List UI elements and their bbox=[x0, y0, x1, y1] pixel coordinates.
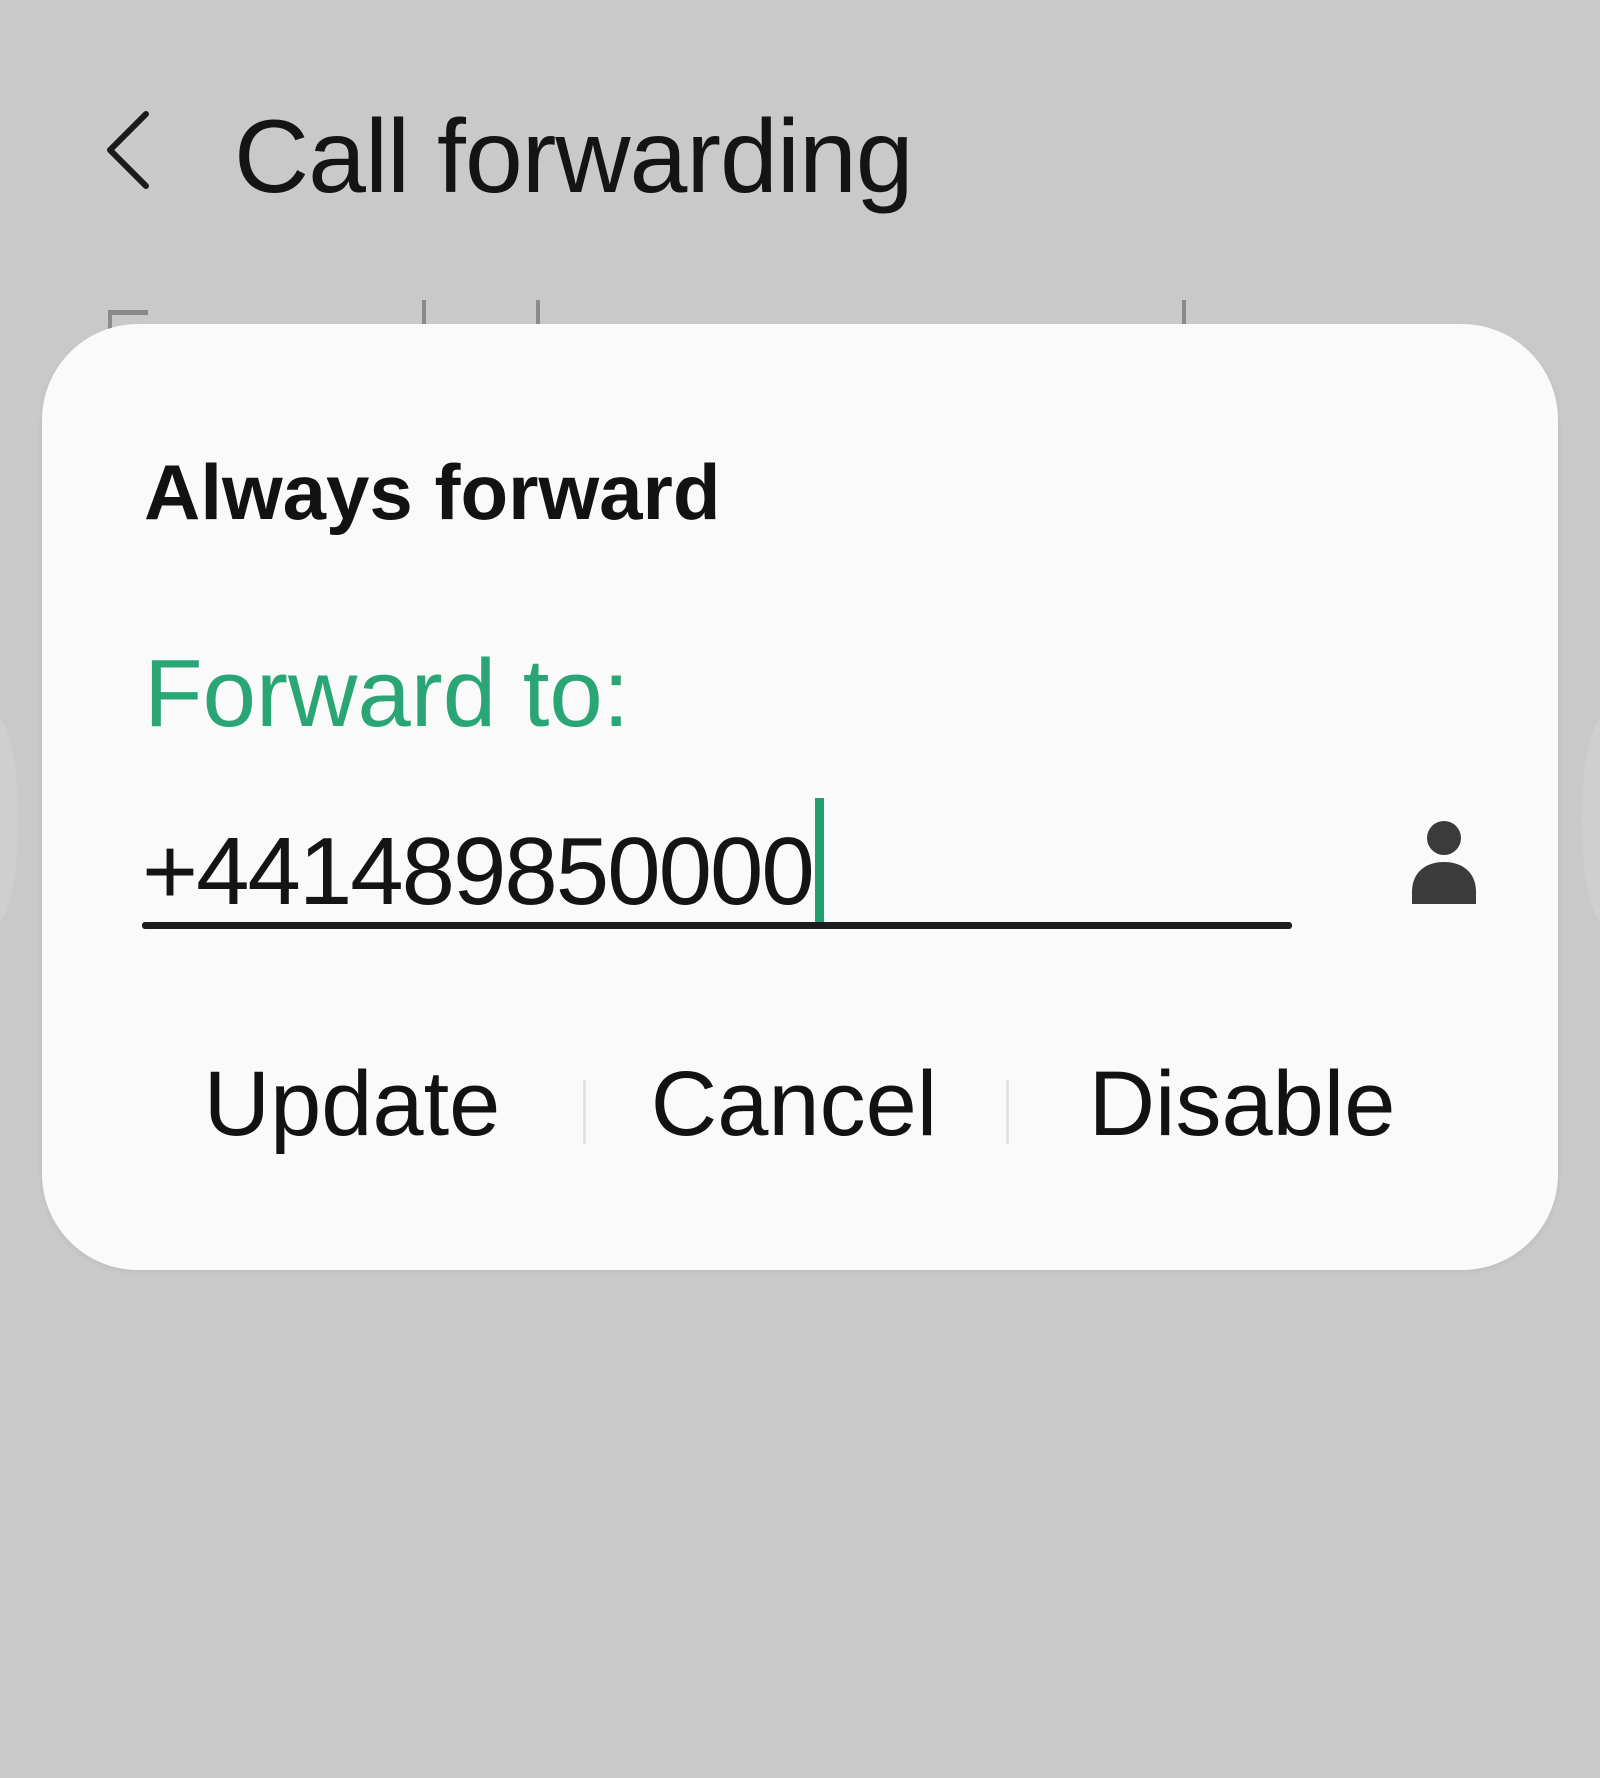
background-edge bbox=[0, 720, 18, 920]
person-icon bbox=[1412, 821, 1476, 904]
disable-button[interactable]: Disable bbox=[1052, 1024, 1432, 1184]
cancel-button[interactable]: Cancel bbox=[624, 1024, 964, 1184]
always-forward-dialog: Always forward Forward to: +441489850000… bbox=[42, 324, 1558, 1270]
dialog-title: Always forward bbox=[144, 448, 721, 536]
forward-number-value-wrap: +441489850000 bbox=[142, 798, 824, 932]
page-title: Call forwarding bbox=[234, 99, 914, 215]
forward-number-value: +441489850000 bbox=[142, 818, 815, 925]
forward-number-input[interactable]: +441489850000 bbox=[142, 770, 1292, 940]
input-underline bbox=[142, 922, 1292, 929]
button-divider bbox=[583, 1080, 586, 1144]
pick-contact-button[interactable] bbox=[1382, 800, 1502, 920]
dialog-actions: Update Cancel Disable bbox=[42, 1024, 1558, 1184]
back-button[interactable] bbox=[90, 100, 170, 200]
text-cursor bbox=[814, 798, 824, 926]
button-divider bbox=[1006, 1080, 1009, 1144]
chevron-left-icon bbox=[107, 111, 149, 189]
forward-to-label: Forward to: bbox=[144, 640, 630, 747]
background-edge bbox=[1582, 720, 1600, 920]
update-button[interactable]: Update bbox=[182, 1024, 522, 1184]
app-header: Call forwarding bbox=[0, 0, 1600, 300]
